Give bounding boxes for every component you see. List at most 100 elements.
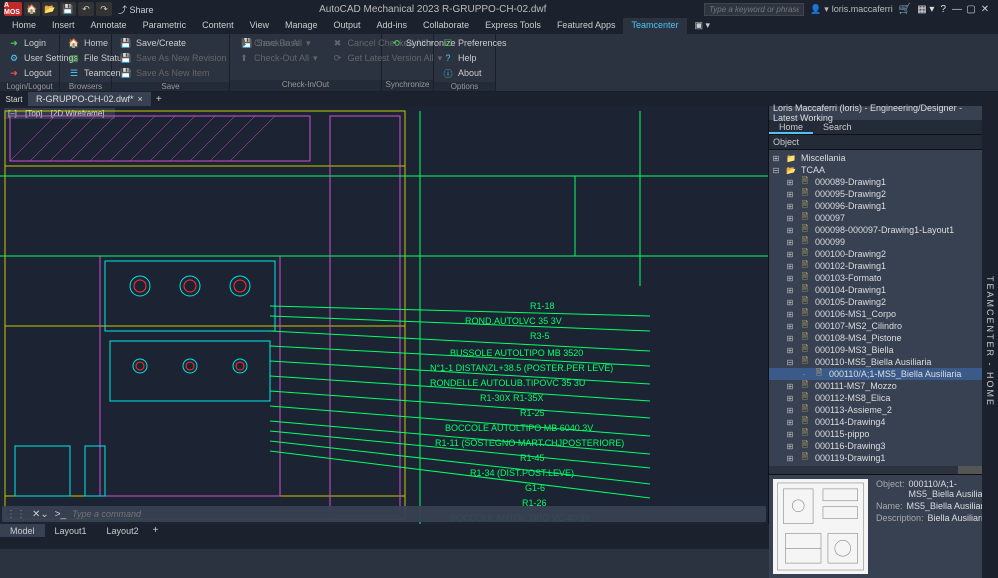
object-tree[interactable]: ⊞📁Miscellania⊟📂TCAA⊞🗎000089-Drawing1⊞🗎00…: [769, 150, 998, 466]
document-tab[interactable]: R-GRUPPO-CH-02.dwf* ×: [28, 92, 151, 106]
doc-close-icon[interactable]: ×: [138, 94, 143, 104]
minimize-button[interactable]: —: [952, 4, 962, 15]
panel-tab-search[interactable]: Search: [813, 120, 862, 134]
tree-twister-icon[interactable]: ⊞: [785, 250, 795, 259]
save-create-button[interactable]: 💾Save/Create: [114, 36, 233, 50]
tree-twister-icon[interactable]: ⊞: [785, 214, 795, 223]
share-button[interactable]: ⤴ Share: [114, 3, 158, 16]
ribbon-group-login: Login/Logout: [0, 82, 59, 91]
cart-icon[interactable]: 🛒: [899, 4, 911, 15]
tree-twister-icon[interactable]: ⊞: [785, 310, 795, 319]
tree-twister-icon[interactable]: ⊟: [771, 166, 781, 175]
tab-express[interactable]: Express Tools: [477, 18, 549, 34]
tree-twister-icon[interactable]: ⊞: [785, 418, 795, 427]
tab-output[interactable]: Output: [326, 18, 369, 34]
tree-item-label: 000098-000097-Drawing1-Layout1: [815, 225, 954, 235]
tab-manage[interactable]: Manage: [277, 18, 326, 34]
tree-hscrollbar[interactable]: [769, 466, 998, 474]
tree-twister-icon[interactable]: ⊞: [785, 334, 795, 343]
panel-tab-home[interactable]: Home: [769, 120, 813, 134]
tree-node[interactable]: ⊟🗎000110-MS5_Biella Ausiliaria: [769, 356, 998, 368]
tree-twister-icon[interactable]: ⊞: [785, 238, 795, 247]
tree-twister-icon[interactable]: ⊞: [785, 322, 795, 331]
tree-twister-icon[interactable]: ·: [799, 370, 809, 379]
tab-view[interactable]: View: [242, 18, 277, 34]
tab-teamcenter[interactable]: Teamcenter: [623, 18, 686, 34]
tab-insert[interactable]: Insert: [44, 18, 83, 34]
command-line[interactable]: ⋮⋮ ✕⌄ >_: [2, 506, 766, 522]
tree-twister-icon[interactable]: ⊞: [771, 154, 781, 163]
tree-node[interactable]: ⊞📁Miscellania: [769, 152, 998, 164]
tree-item-label: 000103-Formato: [815, 273, 882, 283]
app-logo[interactable]: A MOS: [4, 2, 22, 16]
tab-home[interactable]: Home: [4, 18, 44, 34]
checkout-all-button[interactable]: ⬆Check-Out All ▾: [232, 51, 324, 65]
apps-icon[interactable]: ▦ ▾: [917, 4, 934, 15]
qat-undo-icon[interactable]: ↶: [78, 2, 94, 16]
preferences-button[interactable]: ☑Preferences: [436, 36, 513, 50]
tab-addins[interactable]: Add-ins: [369, 18, 416, 34]
qat-home-icon[interactable]: 🏠: [24, 2, 40, 16]
tree-item-label: 000113-Assieme_2: [815, 405, 892, 415]
tree-twister-icon[interactable]: ⊞: [785, 202, 795, 211]
tab-annotate[interactable]: Annotate: [83, 18, 135, 34]
tree-item-label: 000110/A;1-MS5_Biella Ausiliaria: [829, 369, 961, 379]
help-icon[interactable]: ?: [940, 4, 946, 15]
tree-twister-icon[interactable]: ⊞: [785, 394, 795, 403]
tree-twister-icon[interactable]: ⊟: [785, 358, 795, 367]
tree-twister-icon[interactable]: ⊞: [785, 442, 795, 451]
tree-item-label: TCAA: [801, 165, 825, 175]
cmd-grip-icon[interactable]: ⋮⋮: [6, 509, 26, 520]
tree-item-icon: 🗎: [799, 249, 811, 259]
close-button[interactable]: ✕: [980, 4, 990, 15]
qat-redo-icon[interactable]: ↷: [96, 2, 112, 16]
tree-twister-icon[interactable]: ⊞: [785, 382, 795, 391]
tree-node[interactable]: ⊞🗎000119-Drawing1: [769, 452, 998, 464]
tree-item-label: 000095-Drawing2: [815, 189, 886, 199]
cmd-history-icon[interactable]: ✕⌄: [32, 509, 49, 520]
tree-item-icon: 🗎: [799, 321, 811, 331]
tree-twister-icon[interactable]: ⊞: [785, 454, 795, 463]
filestatus-icon: ▤: [68, 52, 80, 64]
command-input[interactable]: [72, 509, 762, 519]
ribbon: ➜Login ⚙User Settings ➜Logout Login/Logo…: [0, 34, 998, 92]
layout-tab-layout1[interactable]: Layout1: [45, 524, 97, 537]
qat-open-icon[interactable]: 📂: [42, 2, 58, 16]
tree-twister-icon[interactable]: ⊞: [785, 226, 795, 235]
anno-5: RONDELLE AUTOLUB.TIPOVC 35 3U: [430, 378, 585, 388]
about-button[interactable]: ⓘAbout: [436, 66, 513, 80]
layout-tab-model[interactable]: Model: [0, 524, 45, 537]
tree-twister-icon[interactable]: ⊞: [785, 406, 795, 415]
tree-twister-icon[interactable]: ⊞: [785, 178, 795, 187]
ribbon-collapse-icon[interactable]: ▣ ▾: [687, 18, 719, 34]
tree-twister-icon[interactable]: ⊞: [785, 298, 795, 307]
start-tab[interactable]: Start: [0, 92, 28, 106]
window-title: AutoCAD Mechanical 2023 R-GRUPPO-CH-02.d…: [162, 4, 704, 15]
save-revision-button[interactable]: 💾Save As New Revision: [114, 51, 233, 65]
user-menu[interactable]: 👤▾ loris.maccaferri: [810, 4, 893, 15]
tree-twister-icon[interactable]: ⊞: [785, 346, 795, 355]
tab-parametric[interactable]: Parametric: [135, 18, 195, 34]
tree-twister-icon[interactable]: ⊞: [785, 430, 795, 439]
help-button[interactable]: ?Help: [436, 51, 513, 65]
maximize-button[interactable]: ▢: [966, 4, 976, 15]
tree-item-icon: 🗎: [799, 201, 811, 211]
tree-twister-icon[interactable]: ⊞: [785, 274, 795, 283]
add-layout-button[interactable]: +: [149, 524, 163, 537]
panel-side-tab[interactable]: TEAMCENTER - HOME: [982, 106, 998, 578]
new-doc-button[interactable]: +: [151, 92, 167, 106]
tree-twister-icon[interactable]: ⊞: [785, 190, 795, 199]
tree-item-icon: 🗎: [799, 405, 811, 415]
search-input[interactable]: [704, 3, 804, 16]
save-item-button[interactable]: 💾Save As New Item: [114, 66, 233, 80]
tree-twister-icon[interactable]: ⊞: [785, 286, 795, 295]
tree-twister-icon[interactable]: ⊞: [785, 262, 795, 271]
checkin-all-button[interactable]: ⬇Check-In All ▾: [232, 36, 324, 50]
tab-featured[interactable]: Featured Apps: [549, 18, 624, 34]
tab-collaborate[interactable]: Collaborate: [415, 18, 477, 34]
drawing-canvas[interactable]: [–] [Top] [2D Wireframe]: [0, 106, 768, 524]
tab-content[interactable]: Content: [194, 18, 242, 34]
layout-tab-layout2[interactable]: Layout2: [97, 524, 149, 537]
qat-save-icon[interactable]: 💾: [60, 2, 76, 16]
teamcenter-panel: Loris Maccaferri (loris) - Engineering/D…: [768, 106, 998, 524]
